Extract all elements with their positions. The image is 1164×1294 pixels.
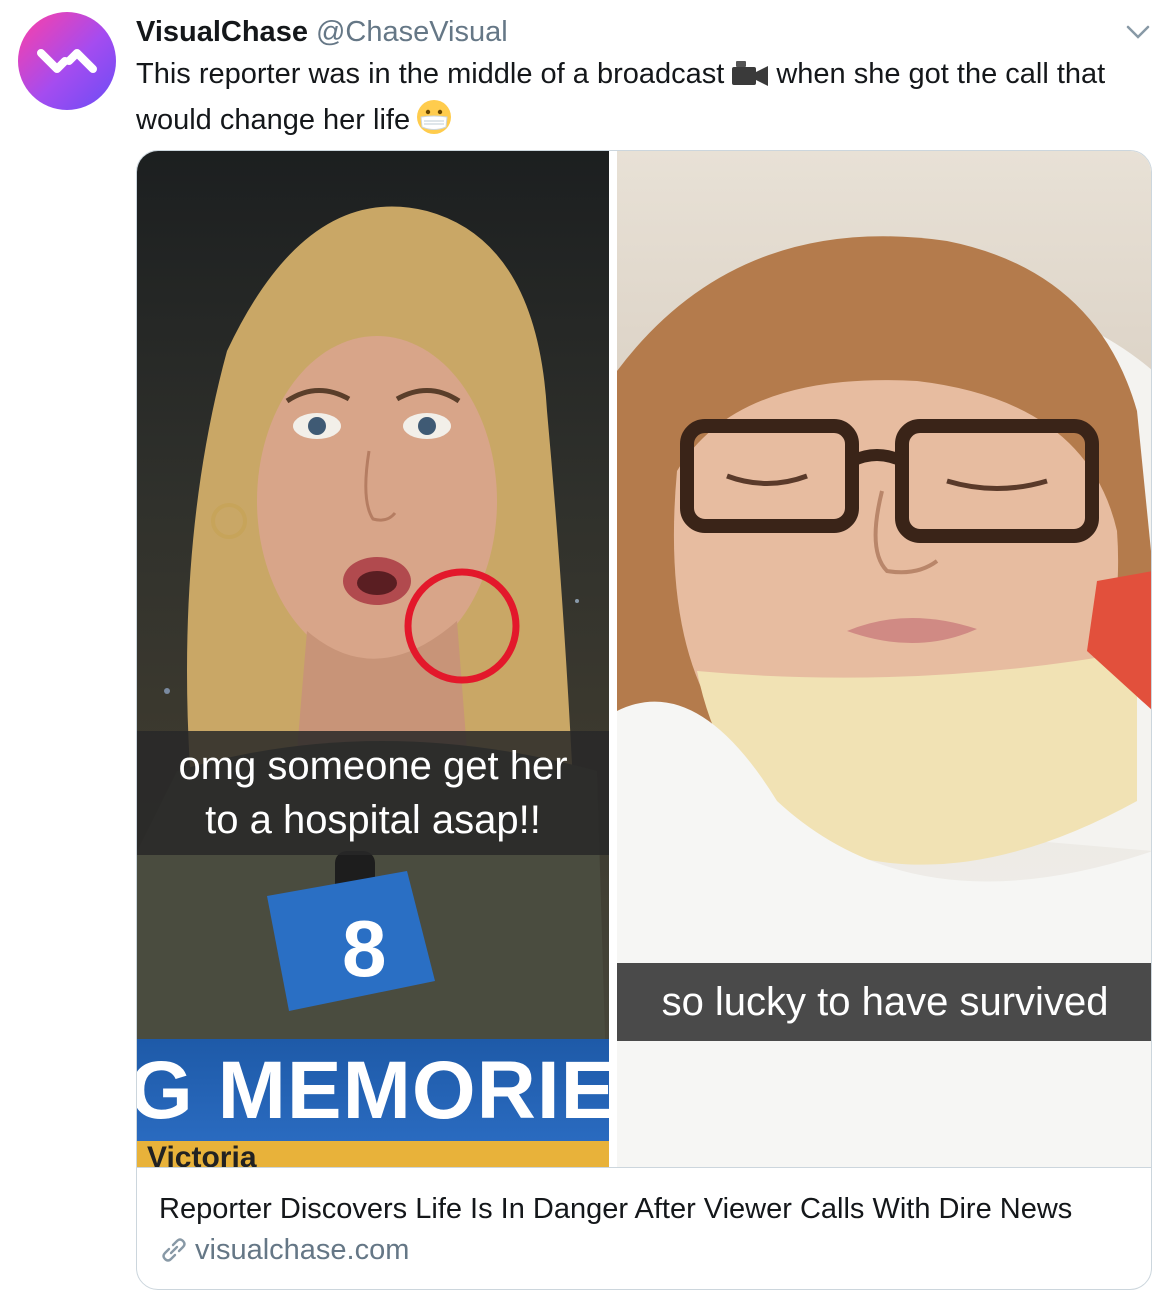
mic-flag-number: 8 [342,904,387,993]
link-card[interactable]: 8 omg someone get her to a hospital asap… [136,150,1152,1290]
reporter-broadcast-image: 8 omg someone get her to a hospital asap… [137,151,609,1167]
video-camera-icon [730,59,770,99]
user-handle[interactable]: @ChaseVisual [316,16,508,48]
visualchase-logo-icon [37,49,97,73]
card-media[interactable]: 8 omg someone get her to a hospital asap… [137,151,1151,1167]
tweet-text-part1: This reporter was in the middle of a bro… [136,58,725,90]
tweet-header: VisualChase @ChaseVisual [136,14,508,50]
left-caption: omg someone get her to a hospital asap!! [137,731,609,855]
profile-avatar[interactable] [18,12,116,110]
reporter-illustration: 8 [137,206,609,1167]
right-caption: so lucky to have survived [617,963,1151,1041]
hospital-selfie-image: so lucky to have survived [617,151,1151,1167]
link-icon [162,1238,186,1262]
news-banner: G MEMORIE [137,1039,609,1143]
card-title[interactable]: Reporter Discovers Life Is In Danger Aft… [159,1190,1131,1228]
left-caption-line1: omg someone get her [178,744,568,788]
chevron-down-icon[interactable] [1124,20,1152,44]
display-name[interactable]: VisualChase [136,16,308,48]
left-caption-line2: to a hospital asap!! [205,798,541,842]
card-domain[interactable]: visualchase.com [159,1230,1131,1270]
tweet-text: This reporter was in the middle of a bro… [136,56,1146,145]
media-divider [609,151,617,1167]
face-with-medical-mask-icon [416,99,452,145]
card-domain-text: visualchase.com [195,1234,410,1266]
news-banner-sub: Victoria [137,1141,609,1167]
card-info[interactable]: Reporter Discovers Life Is In Danger Aft… [137,1167,1151,1289]
